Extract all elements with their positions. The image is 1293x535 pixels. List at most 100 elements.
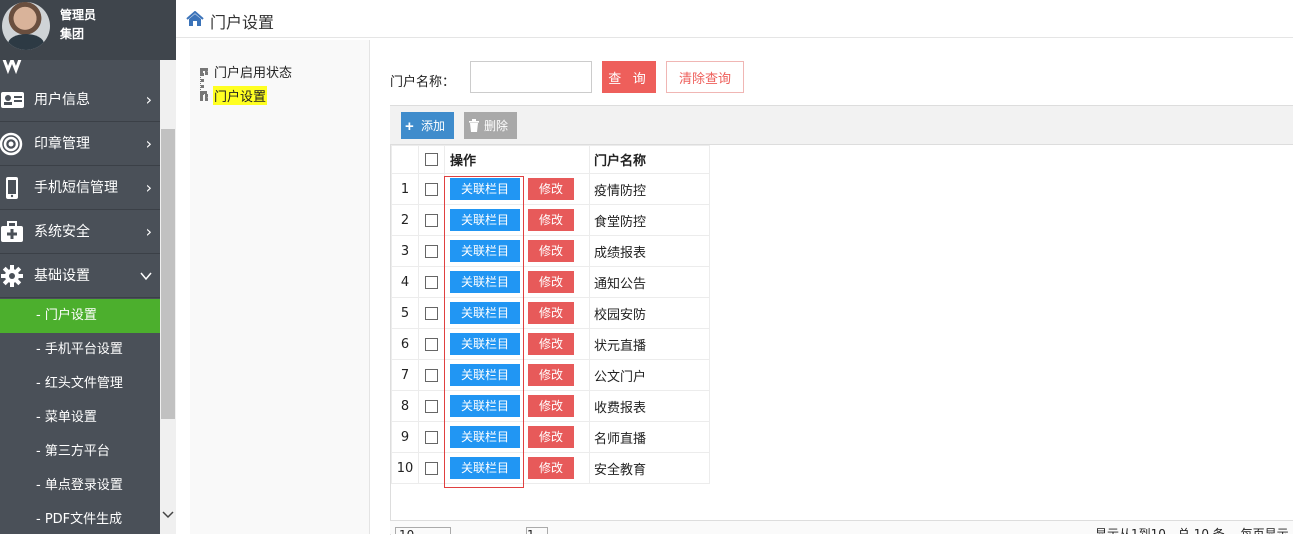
sidebar-item-label: 手机短信管理	[34, 180, 118, 196]
avatar[interactable]	[2, 2, 50, 50]
menu-partial-icon	[2, 60, 22, 74]
row-operations: 关联栏目 修改	[444, 421, 590, 453]
row-operations: 关联栏目 修改	[444, 452, 590, 484]
row-index: 7	[391, 359, 419, 391]
row-select-cell	[418, 328, 445, 360]
row-checkbox[interactable]	[425, 244, 438, 258]
row-operations: 关联栏目 修改	[444, 204, 590, 236]
sidebar-subitem-mobile-platform[interactable]: - 手机平台设置	[0, 333, 160, 367]
link-columns-button[interactable]: 关联栏目	[450, 271, 520, 293]
scrollbar-thumb[interactable]	[161, 129, 175, 419]
link-columns-button[interactable]: 关联栏目	[450, 240, 520, 262]
scroll-down-icon[interactable]	[160, 508, 176, 522]
sidebar-item-user-info[interactable]: 用户信息 ›	[0, 78, 160, 122]
delete-label: 删除	[484, 118, 509, 133]
add-button[interactable]: + 添加	[401, 112, 454, 139]
row-checkbox[interactable]	[425, 368, 438, 382]
edit-button[interactable]: 修改	[528, 457, 574, 479]
trash-icon	[468, 118, 484, 135]
page-size-select[interactable]: 10	[395, 527, 451, 534]
sidebar-item-partial[interactable]	[0, 60, 160, 74]
table-row: 10 关联栏目 修改 安全教育	[391, 452, 710, 484]
tree-node-portal-status[interactable]: 门户启用状态	[214, 62, 292, 81]
chevron-down-icon	[140, 254, 152, 298]
edit-button[interactable]: 修改	[528, 271, 574, 293]
plus-icon: +	[405, 117, 414, 135]
edit-button[interactable]: 修改	[528, 333, 574, 355]
row-portal-name: 校园安防	[589, 297, 710, 329]
row-operations: 关联栏目 修改	[444, 173, 590, 205]
user-panel: 管理员 集团	[0, 0, 176, 60]
row-checkbox[interactable]	[425, 461, 438, 475]
row-checkbox[interactable]	[425, 430, 438, 444]
edit-button[interactable]: 修改	[528, 178, 574, 200]
select-all-checkbox[interactable]	[425, 153, 438, 166]
edit-button[interactable]: 修改	[528, 364, 574, 386]
row-index: 6	[391, 328, 419, 360]
query-button[interactable]: 查 询	[602, 61, 656, 93]
row-checkbox[interactable]	[425, 275, 438, 289]
sidebar-item-label: 基础设置	[34, 268, 90, 284]
user-role: 管理员	[60, 8, 97, 22]
sidebar-item-label: 系统安全	[34, 224, 90, 240]
delete-button[interactable]: 删除	[464, 112, 517, 139]
sidebar-item-basic-settings[interactable]: 基础设置	[0, 254, 160, 298]
row-index: 8	[391, 390, 419, 422]
sidebar-subitem-red-header-files[interactable]: - 红头文件管理	[0, 367, 160, 401]
sidebar-subitem-menu-settings[interactable]: - 菜单设置	[0, 401, 160, 435]
clear-query-button[interactable]: 清除查询	[666, 61, 744, 93]
sidebar-item-security[interactable]: 系统安全 ›	[0, 210, 160, 254]
sidebar-item-seal[interactable]: 印章管理 ›	[0, 122, 160, 166]
pagination-info: 显示从1到10，总 10 条 。每页显示	[1095, 527, 1289, 534]
row-select-cell	[418, 359, 445, 391]
tree-node-portal-settings[interactable]: 门户设置	[213, 86, 268, 105]
edit-button[interactable]: 修改	[528, 240, 574, 262]
link-columns-button[interactable]: 关联栏目	[450, 395, 520, 417]
row-index: 2	[391, 204, 419, 236]
sidebar-subitem-third-party[interactable]: - 第三方平台	[0, 435, 160, 469]
link-columns-button[interactable]: 关联栏目	[450, 364, 520, 386]
column-header-operation: 操作	[444, 145, 590, 174]
sidebar-subitem-portal-settings[interactable]: - 门户设置	[0, 299, 160, 333]
link-columns-button[interactable]: 关联栏目	[450, 333, 520, 355]
edit-button[interactable]: 修改	[528, 395, 574, 417]
row-select-cell	[418, 266, 445, 298]
portal-name-input[interactable]	[470, 61, 592, 93]
link-columns-button[interactable]: 关联栏目	[450, 426, 520, 448]
home-icon[interactable]	[186, 11, 204, 27]
page-number-input[interactable]: 1	[526, 527, 548, 534]
row-checkbox[interactable]	[425, 213, 438, 227]
edit-button[interactable]: 修改	[528, 209, 574, 231]
link-columns-button[interactable]: 关联栏目	[450, 178, 520, 200]
edit-button[interactable]: 修改	[528, 426, 574, 448]
sidebar-item-sms[interactable]: 手机短信管理 ›	[0, 166, 160, 210]
sidebar-subitem-pdf[interactable]: - PDF文件生成	[0, 503, 160, 534]
row-checkbox[interactable]	[425, 182, 438, 196]
row-select-cell	[418, 390, 445, 422]
row-operations: 关联栏目 修改	[444, 266, 590, 298]
medical-kit-icon	[1, 221, 23, 242]
mobile-phone-icon	[6, 177, 18, 199]
sidebar-subitem-sso[interactable]: - 单点登录设置	[0, 469, 160, 503]
row-index: 4	[391, 266, 419, 298]
sidebar-scrollbar[interactable]	[160, 60, 176, 534]
chevron-right-icon: ›	[145, 178, 152, 197]
link-columns-button[interactable]: 关联栏目	[450, 302, 520, 324]
table-row: 8 关联栏目 修改 收费报表	[391, 390, 710, 422]
row-select-cell	[418, 297, 445, 329]
row-checkbox[interactable]	[425, 399, 438, 413]
row-select-cell	[418, 204, 445, 236]
toolbar: + 添加 删除	[390, 105, 1293, 145]
row-checkbox[interactable]	[425, 306, 438, 320]
row-checkbox[interactable]	[425, 337, 438, 351]
link-columns-button[interactable]: 关联栏目	[450, 209, 520, 231]
column-header-portal-name[interactable]: 门户名称	[589, 145, 710, 174]
row-operations: 关联栏目 修改	[444, 390, 590, 422]
column-header-index	[391, 145, 419, 174]
link-columns-button[interactable]: 关联栏目	[450, 457, 520, 479]
row-portal-name: 名师直播	[589, 421, 710, 453]
row-portal-name: 收费报表	[589, 390, 710, 422]
edit-button[interactable]: 修改	[528, 302, 574, 324]
id-card-icon	[1, 92, 24, 108]
portal-table: 操作 门户名称 1 关联栏目 修改 疫情防控 2 关联栏目 修改 食堂防控 3 关联栏目 修改 成绩报…	[390, 145, 1293, 535]
